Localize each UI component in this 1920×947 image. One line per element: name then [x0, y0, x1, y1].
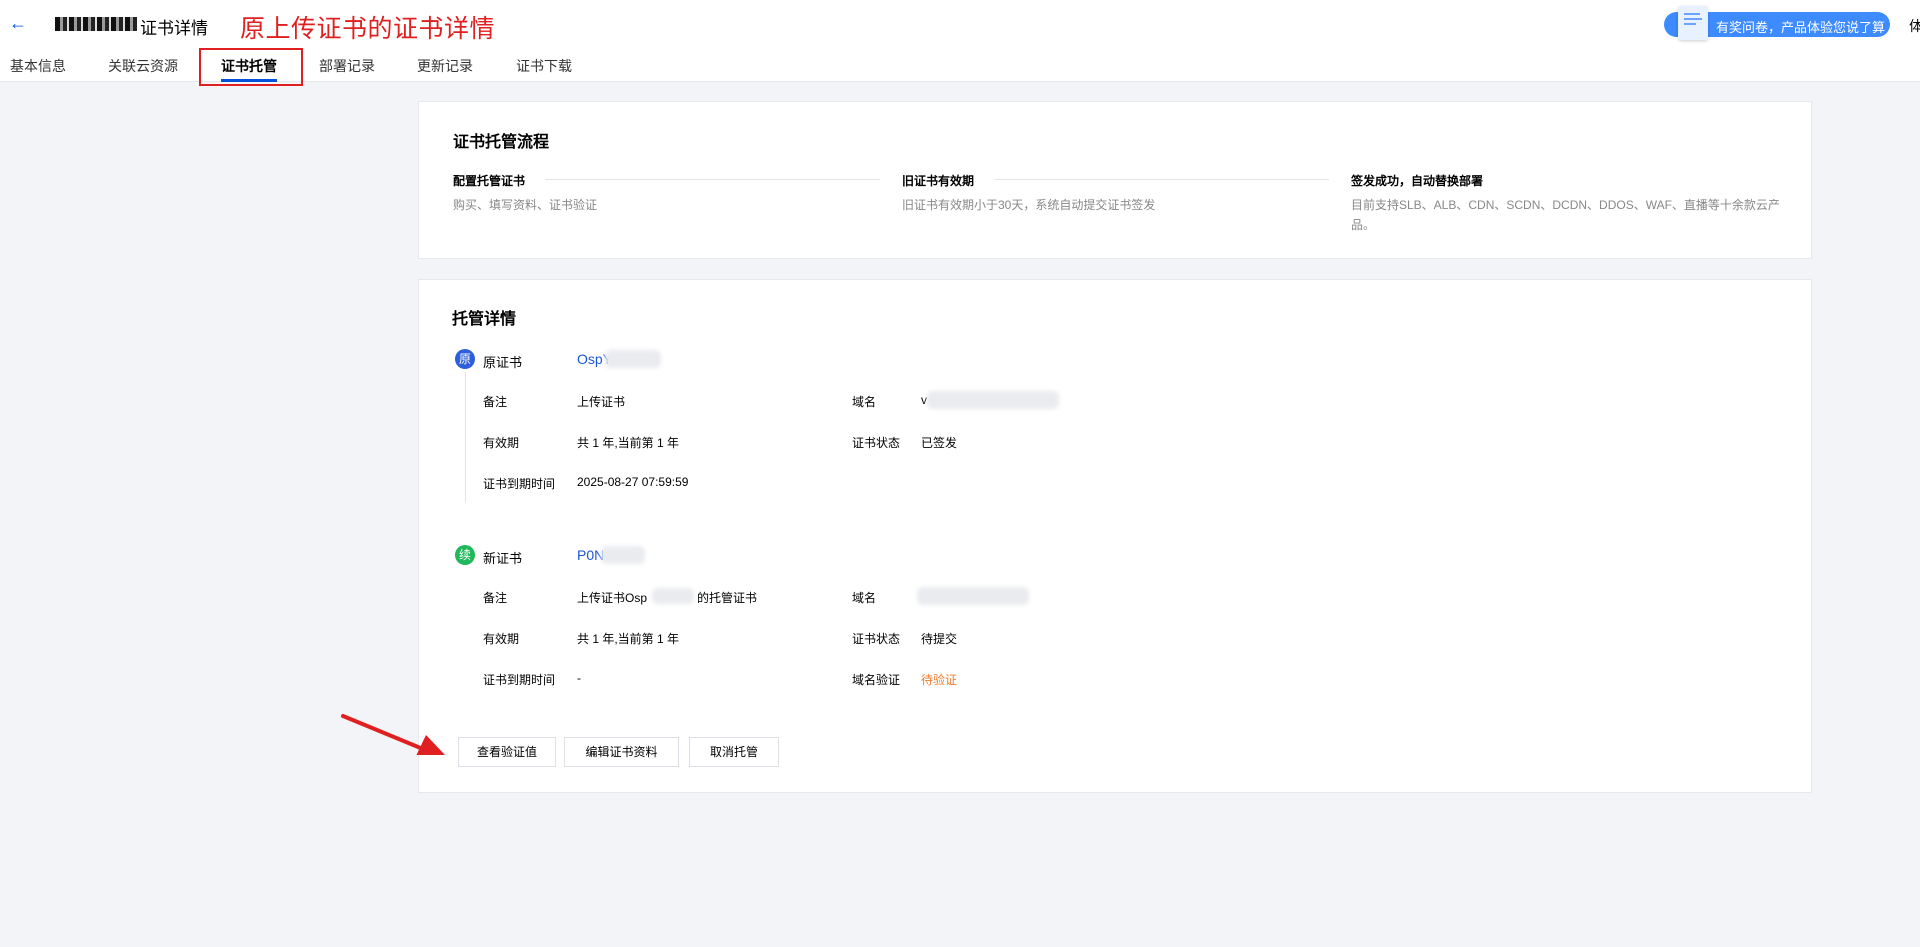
annotation-arrow-icon — [341, 714, 446, 755]
new-expiry-label: 证书到期时间 — [483, 673, 556, 687]
tab-update-records[interactable]: 更新记录 — [417, 56, 473, 76]
new-status: 待提交 — [921, 632, 958, 646]
hosting-flow-card: 证书托管流程 配置托管证书 购买、填写资料、证书验证 旧证书有效期 旧证书有效期… — [418, 101, 1812, 259]
corner-text: 体 — [1909, 18, 1920, 34]
new-remark-suffix: 的托管证书 — [697, 591, 758, 605]
original-status: 已签发 — [921, 436, 958, 450]
new-expiry: - — [577, 671, 581, 685]
step-1-title: 配置托管证书 — [453, 174, 526, 188]
view-verify-value-button[interactable]: 查看验证值 — [458, 737, 556, 767]
original-remark: 上传证书 — [577, 395, 626, 409]
redacted-new-cert-id — [601, 546, 645, 564]
original-cert-label: 原证书 — [483, 355, 523, 370]
original-validity-label: 有效期 — [483, 436, 520, 450]
edit-cert-info-button[interactable]: 编辑证书资料 — [564, 737, 679, 767]
redacted-remark — [652, 588, 694, 604]
step-1-line — [545, 179, 880, 180]
tab-basic-info[interactable]: 基本信息 — [10, 56, 66, 76]
flow-title: 证书托管流程 — [453, 134, 550, 151]
step-2-title: 旧证书有效期 — [902, 174, 975, 188]
original-remark-label: 备注 — [483, 395, 508, 409]
step-3-desc: 目前支持SLB、ALB、CDN、SCDN、DCDN、DDOS、WAF、直播等十余… — [1351, 198, 1780, 232]
back-arrow-icon[interactable]: ← — [8, 12, 28, 34]
new-validity-label: 有效期 — [483, 632, 520, 646]
annotation-box — [199, 48, 303, 86]
timeline-line — [465, 372, 466, 502]
new-cert-label: 新证书 — [483, 551, 523, 566]
tab-deploy-records[interactable]: 部署记录 — [319, 56, 375, 76]
details-title: 托管详情 — [452, 311, 517, 328]
redacted-cert-id — [605, 350, 661, 368]
new-remark-label: 备注 — [483, 591, 508, 605]
original-domain-label: 域名 — [852, 395, 877, 409]
redacted-cert-name — [55, 17, 137, 31]
cancel-hosting-button[interactable]: 取消托管 — [689, 737, 779, 767]
tab-cert-download[interactable]: 证书下载 — [516, 56, 572, 76]
survey-banner[interactable]: 有奖问卷，产品体验您说了算 — [1664, 6, 1890, 40]
survey-document-icon — [1678, 6, 1708, 40]
original-expiry: 2025-08-27 07:59:59 — [577, 475, 689, 489]
step-2-line — [995, 179, 1329, 180]
domain-verify-label: 域名验证 — [852, 673, 901, 687]
new-validity: 共 1 年,当前第 1 年 — [577, 632, 680, 646]
original-expiry-label: 证书到期时间 — [483, 477, 556, 491]
original-status-label: 证书状态 — [852, 436, 901, 450]
step-3-title: 签发成功，自动替换部署 — [1351, 174, 1484, 188]
step-1-desc: 购买、填写资料、证书验证 — [453, 198, 598, 212]
new-cert-badge: 续 — [455, 545, 475, 565]
survey-text: 有奖问卷，产品体验您说了算 — [1716, 20, 1886, 35]
redacted-new-domain — [917, 587, 1029, 605]
hosting-details-card: 托管详情 原 原证书 OspY 备注 上传证书 域名 v 有效期 共 1 年,当… — [418, 279, 1812, 793]
original-validity: 共 1 年,当前第 1 年 — [577, 436, 680, 450]
step-2-desc: 旧证书有效期小于30天，系统自动提交证书签发 — [902, 198, 1156, 212]
new-domain-label: 域名 — [852, 591, 877, 605]
annotation-title: 原上传证书的证书详情 — [240, 15, 496, 43]
new-status-label: 证书状态 — [852, 632, 901, 646]
domain-verify-status: 待验证 — [921, 673, 958, 687]
new-remark-prefix: 上传证书Osp — [577, 591, 648, 605]
tab-cloud-resources[interactable]: 关联云资源 — [108, 56, 178, 76]
redacted-domain — [927, 391, 1059, 409]
original-cert-badge: 原 — [455, 349, 475, 369]
page-title: 证书详情 — [140, 19, 208, 38]
